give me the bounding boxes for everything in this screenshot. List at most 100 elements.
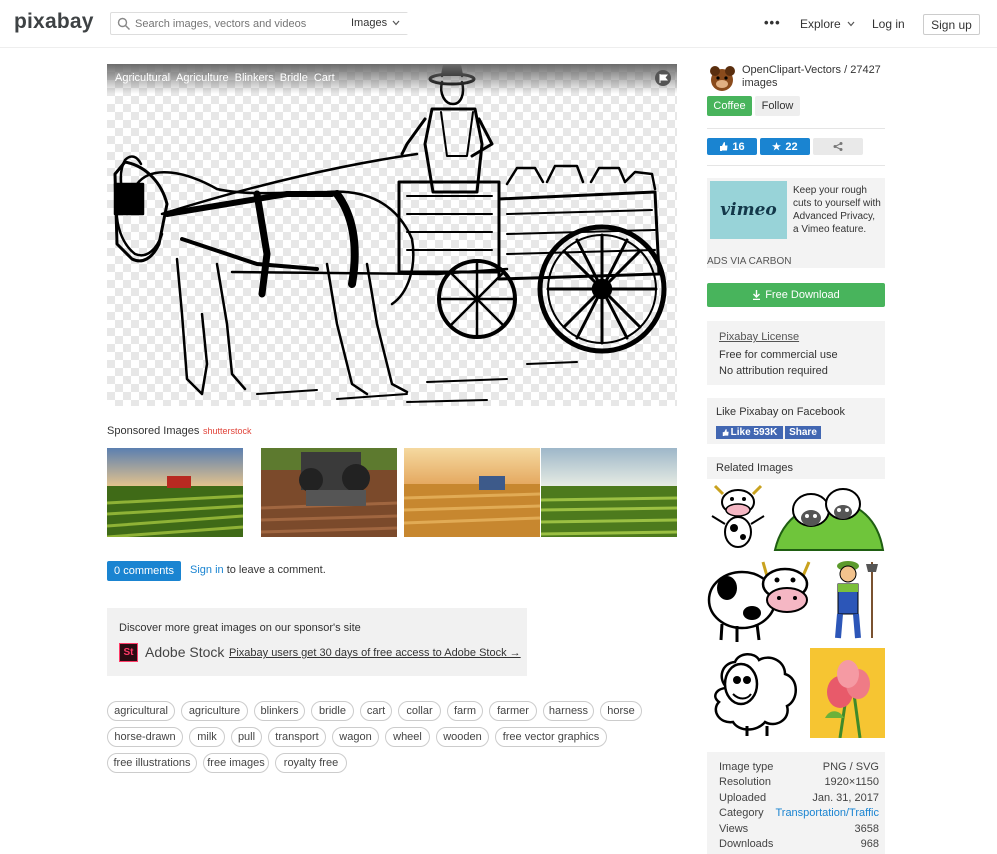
favorite-count: 22 — [785, 140, 798, 153]
tag-pill[interactable]: bridle — [311, 701, 354, 721]
info-key: Resolution — [719, 776, 771, 788]
like-count: 16 — [732, 140, 745, 153]
tag-pill[interactable]: transport — [268, 727, 326, 747]
like-button[interactable]: 16 — [707, 138, 757, 155]
author-name[interactable]: OpenClipart-Vectors / 27427 images — [742, 64, 892, 90]
license-link[interactable]: Pixabay License — [719, 331, 799, 343]
tag-pill[interactable]: cart — [360, 701, 392, 721]
signin-link[interactable]: Sign in — [190, 564, 224, 576]
favorite-button[interactable]: 22 — [760, 138, 810, 155]
flag-icon — [659, 73, 668, 83]
ads-via-carbon[interactable]: ADS VIA CARBON — [707, 256, 791, 267]
info-value: 968 — [860, 838, 879, 850]
thumbs-up-icon — [720, 142, 728, 151]
sponsored-thumbnail[interactable] — [404, 448, 540, 537]
signin-prompt: Sign in to leave a comment. — [190, 564, 326, 576]
tag-pill[interactable]: harness — [543, 701, 594, 721]
tag-pill[interactable]: free images — [203, 753, 269, 773]
tag-pill[interactable]: agricultural — [107, 701, 175, 721]
tag-pill[interactable]: wheel — [385, 727, 430, 747]
tag-pill[interactable]: agriculture — [181, 701, 248, 721]
login-link[interactable]: Log in — [872, 17, 905, 31]
adobe-stock-offer-link[interactable]: Pixabay users get 30 days of free access… — [229, 647, 521, 659]
image-info-table: Image type PNG / SVG Resolution 1920×115… — [707, 752, 885, 854]
tag-pill[interactable]: wooden — [436, 727, 489, 747]
adobe-stock-promo: Discover more great images on our sponso… — [107, 608, 527, 676]
image-tag[interactable]: Agriculture — [176, 72, 229, 84]
facebook-like-button[interactable]: Like 593K — [716, 426, 783, 439]
facebook-share-button[interactable]: Share — [785, 426, 821, 439]
info-value: Jan. 31, 2017 — [812, 792, 879, 804]
related-image[interactable] — [707, 558, 824, 644]
signup-button[interactable]: Sign up — [923, 14, 980, 35]
download-label: Free Download — [765, 289, 840, 301]
more-menu-button[interactable]: ••• — [764, 15, 781, 30]
sponsored-images-label: Sponsored Images — [107, 425, 200, 437]
share-icon — [833, 142, 843, 151]
related-image[interactable] — [707, 648, 805, 738]
horse-cart-illustration — [113, 64, 667, 403]
flag-report-button[interactable] — [655, 70, 671, 86]
info-row: Category Transportation/Traffic — [719, 807, 879, 822]
tag-pill[interactable]: free illustrations — [107, 753, 197, 773]
share-button[interactable] — [813, 138, 863, 155]
image-tag[interactable]: Bridle — [280, 72, 308, 84]
image-tag[interactable]: Agricultural — [115, 72, 170, 84]
info-key: Image type — [719, 761, 774, 773]
tag-pill[interactable]: milk — [189, 727, 225, 747]
related-image[interactable] — [826, 558, 885, 644]
tag-pill[interactable]: wagon — [332, 727, 379, 747]
tag-pill[interactable]: horse-drawn — [107, 727, 183, 747]
coffee-button[interactable]: Coffee — [707, 96, 752, 116]
info-row: Views 3658 — [719, 823, 879, 838]
free-download-button[interactable]: Free Download — [707, 283, 885, 307]
search-icon[interactable] — [117, 17, 131, 31]
search-input[interactable] — [135, 15, 335, 32]
sponsored-thumbnail[interactable] — [541, 448, 677, 537]
ad-text[interactable]: Keep your rough cuts to yourself with Ad… — [793, 184, 883, 236]
image-tag[interactable]: Blinkers — [235, 72, 274, 84]
tag-pill[interactable]: farmer — [489, 701, 537, 721]
info-row: Uploaded Jan. 31, 2017 — [719, 792, 879, 807]
related-image[interactable] — [810, 648, 885, 738]
tag-pill[interactable]: farm — [447, 701, 483, 721]
tag-pill[interactable]: collar — [398, 701, 441, 721]
comments-button[interactable]: 0 comments — [107, 561, 181, 581]
sponsored-thumbnail[interactable] — [261, 448, 397, 537]
author-avatar[interactable] — [707, 64, 737, 94]
info-value: 3658 — [854, 823, 879, 835]
related-image[interactable] — [707, 484, 769, 552]
info-key: Category — [719, 807, 764, 819]
info-key: Views — [719, 823, 749, 835]
related-image[interactable] — [773, 484, 885, 552]
tag-pill[interactable]: free vector graphics — [495, 727, 607, 747]
explore-menu[interactable]: Explore — [800, 17, 855, 31]
signin-rest: to leave a comment. — [223, 564, 326, 576]
tag-pill[interactable]: blinkers — [254, 701, 305, 721]
main-image[interactable]: Agricultural Agriculture Blinkers Bridle… — [107, 64, 677, 406]
search-type-dropdown[interactable]: Images — [351, 17, 400, 29]
tag-pill[interactable]: royalty free — [275, 753, 347, 773]
tag-pill[interactable]: horse — [600, 701, 642, 721]
adobe-stock-brand: Adobe Stock — [145, 644, 225, 660]
shutterstock-logo[interactable]: shutterstock — [203, 426, 252, 436]
image-tag[interactable]: Cart — [314, 72, 335, 84]
vimeo-ad-logo: vimeo — [710, 181, 787, 239]
related-images-title: Related Images — [716, 462, 794, 474]
chevron-down-icon — [847, 21, 855, 27]
adobe-stock-logo: St — [119, 643, 138, 662]
pixabay-logo[interactable]: pixabay — [14, 10, 94, 34]
carbon-ad[interactable]: vimeo Keep your rough cuts to yourself w… — [707, 178, 885, 268]
related-images-header: Related Images — [707, 457, 885, 479]
tag-pill[interactable]: pull — [231, 727, 262, 747]
category-link[interactable]: Transportation/Traffic — [775, 807, 879, 819]
search-type-label: Images — [351, 17, 388, 29]
info-key: Downloads — [719, 838, 774, 850]
image-tag-bar: Agricultural Agriculture Blinkers Bridle… — [107, 64, 677, 94]
download-icon — [753, 290, 761, 300]
sponsored-thumbnail[interactable] — [107, 448, 243, 537]
license-line: No attribution required — [719, 365, 828, 377]
license-line: Free for commercial use — [719, 349, 838, 361]
follow-button[interactable]: Follow — [755, 96, 800, 116]
info-value: 1920×1150 — [824, 776, 879, 788]
